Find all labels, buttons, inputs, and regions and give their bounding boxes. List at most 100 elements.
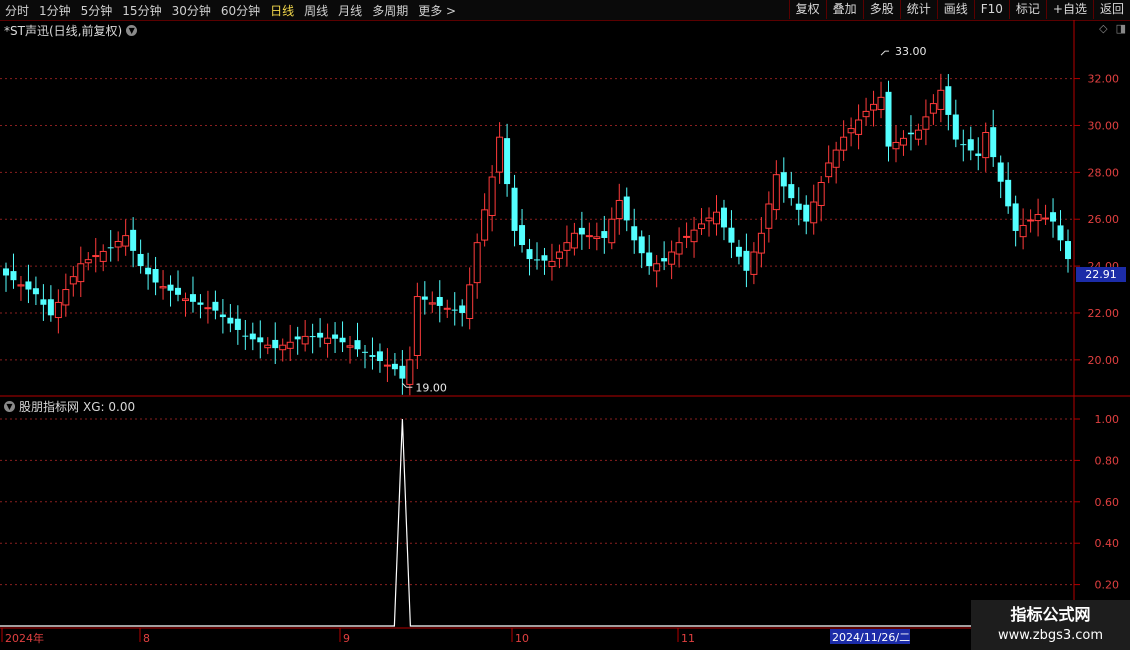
candle-body [25, 281, 32, 290]
candle-body [32, 288, 39, 295]
period-tab[interactable]: 60分钟 [216, 2, 265, 19]
period-tab[interactable]: 日线 [265, 2, 299, 19]
candle-body [428, 302, 436, 305]
candle-body [114, 240, 122, 248]
candle-body [1012, 203, 1019, 231]
candle-body [488, 176, 496, 216]
period-tab[interactable]: 15分钟 [117, 2, 166, 19]
candle-body [623, 196, 630, 221]
candle-body [137, 253, 144, 267]
high-marker [880, 50, 890, 56]
toolbar-button[interactable]: 多股 [862, 0, 900, 19]
candle-body [712, 211, 720, 225]
candle-body [690, 229, 698, 243]
candle-body [391, 363, 398, 370]
indicator-tick-label: 0.40 [1095, 537, 1120, 550]
candle-body [862, 110, 870, 118]
candle-body [332, 334, 339, 339]
candle-body [967, 139, 974, 151]
candle-body [526, 249, 533, 260]
period-tab[interactable]: 周线 [299, 2, 333, 19]
candle-body [803, 204, 810, 222]
candle-body [212, 301, 219, 311]
period-tab[interactable]: 月线 [333, 2, 367, 19]
xg-line [0, 418, 1074, 627]
candle-body [750, 251, 758, 275]
candle-body [615, 199, 623, 220]
candle-body [840, 136, 848, 151]
candle-body [1065, 241, 1071, 260]
candle-body [907, 132, 914, 135]
period-tab[interactable]: 分时 [0, 2, 34, 19]
candle-body [929, 103, 937, 114]
date-label: 9 [343, 632, 350, 645]
candle-body [585, 235, 593, 238]
indicator-tick-label: 0.60 [1095, 496, 1120, 509]
candle-body [361, 351, 368, 353]
candle-body [459, 305, 466, 313]
candle-body [877, 96, 885, 111]
period-tab[interactable]: 更多 > [413, 2, 461, 19]
candle-body [369, 355, 376, 357]
candle-body [825, 162, 833, 178]
candle-body [1027, 219, 1035, 222]
candle-body [286, 341, 294, 349]
candle-body [945, 86, 952, 115]
candle-body [593, 236, 601, 239]
candle-body [885, 91, 892, 147]
toolbar-button[interactable]: 标记 [1008, 0, 1046, 19]
toolbar-button[interactable]: F10 [973, 0, 1009, 19]
candle-body [772, 174, 780, 211]
toolbar-button[interactable]: 返回 [1092, 0, 1130, 19]
y-tick-label: 32.00 [1088, 73, 1120, 86]
toolbar-buttons: 复权 叠加 多股 统计 画线 F10 标记 +自选 返回 [788, 0, 1130, 20]
candle-body [817, 182, 825, 206]
candle-body [555, 251, 563, 259]
y-tick-label: 28.00 [1088, 166, 1120, 179]
period-tab[interactable]: 30分钟 [167, 2, 216, 19]
toolbar-button[interactable]: +自选 [1045, 0, 1093, 19]
toolbar-button[interactable]: 复权 [788, 0, 826, 19]
toolbar-button[interactable]: 画线 [936, 0, 974, 19]
candle-body [780, 172, 787, 187]
candle-body [668, 251, 676, 265]
candle-body [922, 116, 930, 130]
chart-canvas[interactable]: 32.0030.0028.0026.0024.0022.0020.0033.00… [0, 20, 1130, 650]
candle-body [279, 344, 287, 351]
candle-body [855, 119, 863, 135]
period-tab[interactable]: 5分钟 [76, 2, 118, 19]
candle-body [167, 284, 174, 291]
period-tab[interactable]: 1分钟 [34, 2, 76, 19]
candle-body [511, 187, 518, 231]
high-label: 33.00 [895, 45, 927, 58]
candle-body [383, 364, 391, 367]
date-label: 8 [143, 632, 150, 645]
candle-body [1057, 225, 1064, 241]
period-tab[interactable]: 多周期 [367, 2, 413, 19]
candle-body [346, 345, 354, 348]
period-tabs: 分时 1分钟 5分钟 15分钟 30分钟 60分钟 日线 周线 月线 多周期 更多 > [0, 0, 461, 20]
date-label: 2024年 [5, 631, 44, 645]
candle-body [107, 247, 114, 249]
toolbar-button[interactable]: 叠加 [825, 0, 863, 19]
candle-body [406, 359, 414, 385]
candle-body [795, 203, 802, 210]
toolbar-button[interactable]: 统计 [899, 0, 937, 19]
candle-body [519, 225, 526, 245]
candle-body [698, 223, 706, 230]
candle-body [534, 259, 540, 261]
candle-body [914, 129, 922, 140]
candle-body [541, 255, 548, 261]
candle-body [339, 337, 346, 343]
candle-body [77, 263, 85, 283]
candle-body [443, 307, 451, 310]
candle-body [122, 235, 130, 247]
candle-body [757, 232, 765, 254]
candle-body [735, 246, 742, 257]
candle-body [578, 227, 585, 235]
candle-body [301, 335, 309, 345]
watermark-url: www.zbgs3.com [997, 628, 1104, 643]
date-label: 11 [681, 632, 695, 645]
candle-body [638, 236, 645, 254]
candle-body [159, 286, 167, 289]
